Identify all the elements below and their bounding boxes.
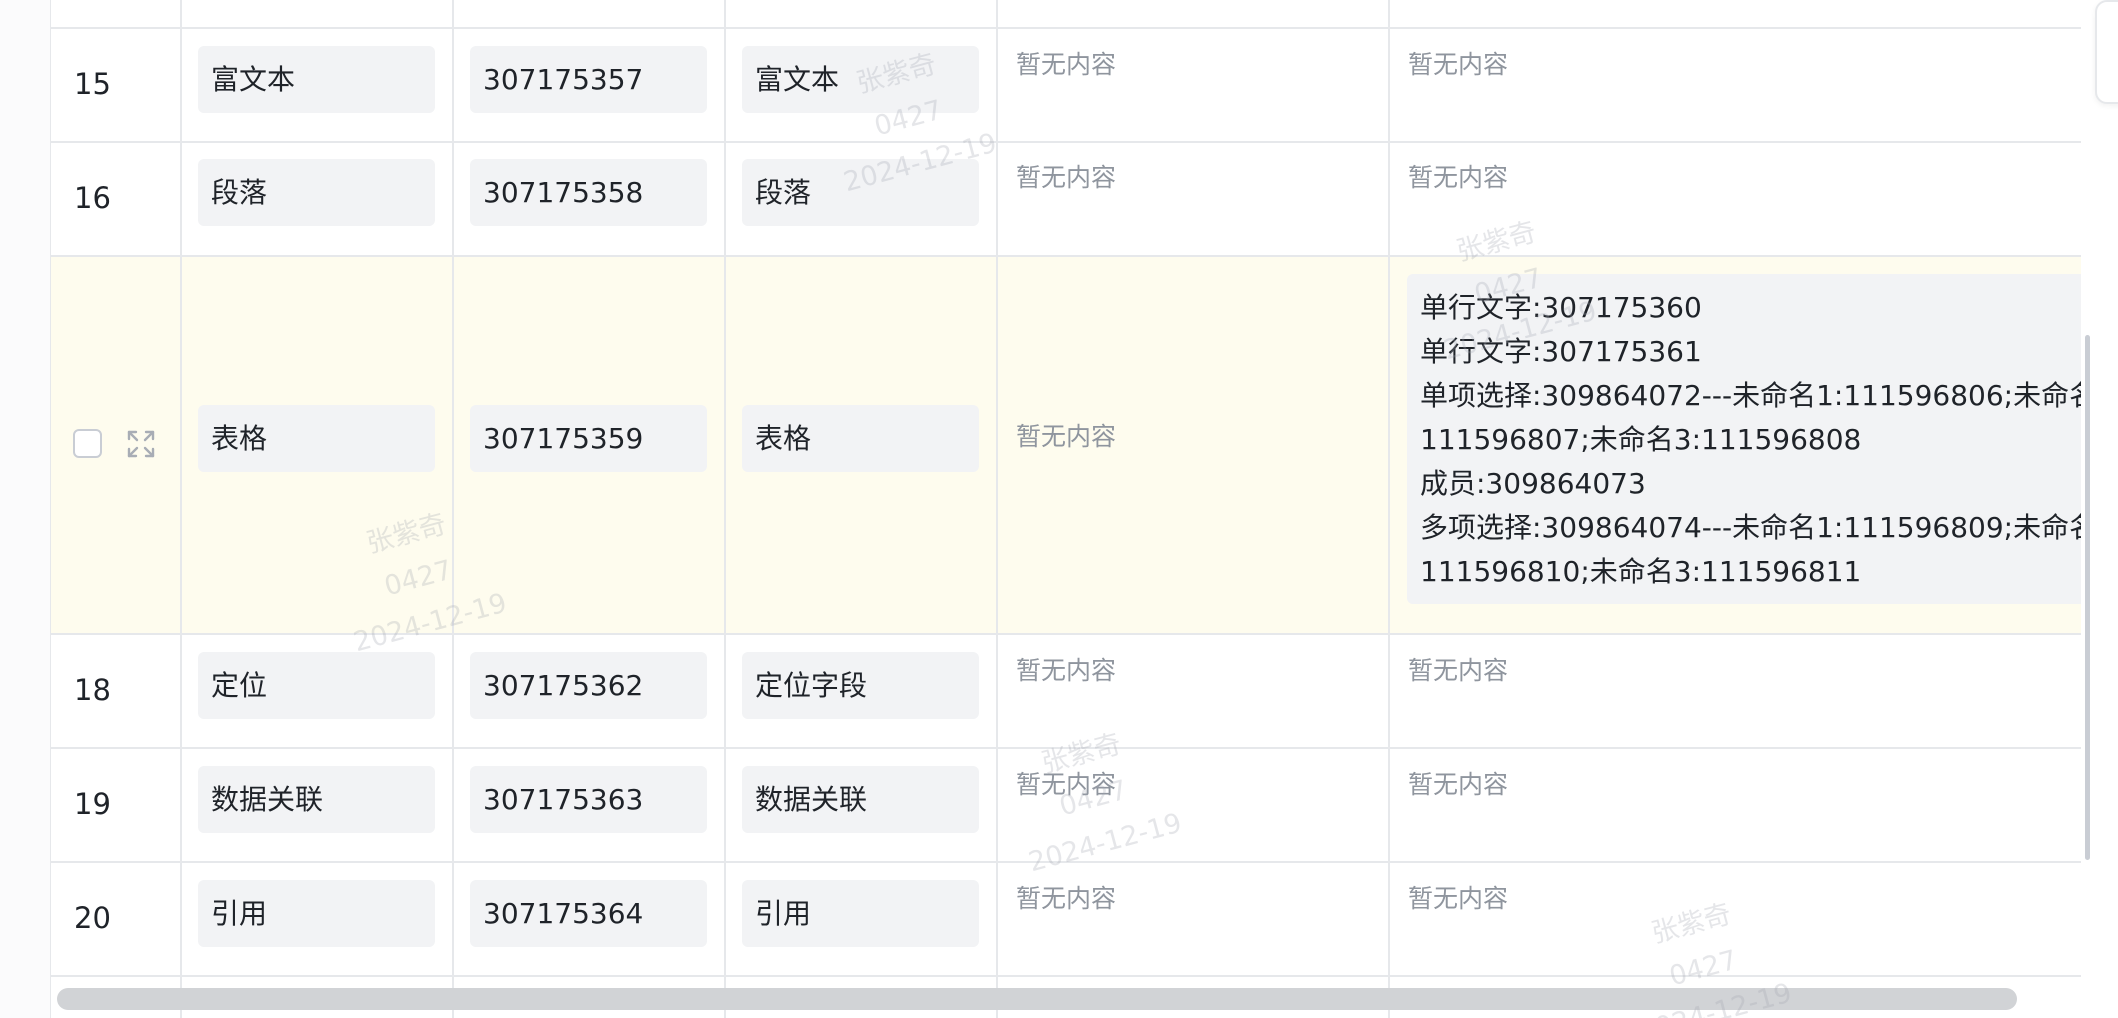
detail-line: 成员:309864073: [1420, 467, 1646, 500]
field-name-value: 段落: [742, 159, 979, 226]
row-number-cell: [51, 257, 182, 633]
field-type-cell[interactable]: 段落: [182, 143, 454, 255]
row-number-cell: 19: [51, 749, 182, 861]
table-row[interactable]: 18 定位 307175362 定位字段 暂无内容 暂无内容: [51, 635, 2081, 749]
field-type-value: 表格: [198, 405, 435, 472]
empty-placeholder: 暂无内容: [1408, 770, 1509, 799]
field-name-cell[interactable]: 表格: [726, 257, 998, 633]
field-id-value: 307175364: [470, 880, 707, 947]
subfield-cell[interactable]: 暂无内容: [1390, 29, 2081, 141]
field-id-value: 307175357: [470, 46, 707, 113]
table-row-partial: [51, 0, 2081, 29]
field-id-cell[interactable]: 307175357: [454, 29, 726, 141]
field-id-value: 307175359: [470, 405, 707, 472]
field-type-value: 定位: [198, 652, 435, 719]
field-id-cell[interactable]: 307175358: [454, 143, 726, 255]
row-number-cell: 15: [51, 29, 182, 141]
option-cell[interactable]: 暂无内容: [998, 29, 1390, 141]
table-view: 15 富文本 307175357 富文本 暂无内容 暂无内容 16 段落 307…: [0, 0, 2118, 1018]
field-id-cell[interactable]: 307175364: [454, 863, 726, 975]
field-name-value: 富文本: [742, 46, 979, 113]
horizontal-scrollbar[interactable]: [57, 988, 2017, 1010]
row-number-cell: 20: [51, 863, 182, 975]
field-name-cell[interactable]: 数据关联: [726, 749, 998, 861]
detail-line: 111596810;未命名3:111596811: [1420, 555, 1862, 588]
option-cell[interactable]: 暂无内容: [998, 143, 1390, 255]
empty-placeholder: 暂无内容: [1016, 884, 1117, 913]
field-type-cell[interactable]: 富文本: [182, 29, 454, 141]
empty-placeholder: 暂无内容: [1016, 50, 1117, 79]
subfield-cell[interactable]: 暂无内容: [1390, 863, 2081, 975]
row-number: 15: [74, 67, 111, 101]
field-type-cell[interactable]: 数据关联: [182, 749, 454, 861]
table-row[interactable]: 20 引用 307175364 引用 暂无内容 暂无内容: [51, 863, 2081, 977]
field-id-value: 307175358: [470, 159, 707, 226]
subfield-detail: 单行文字:307175360 单行文字:307175361 单项选择:30986…: [1407, 274, 2081, 604]
subfield-cell[interactable]: 暂无内容: [1390, 749, 2081, 861]
row-number: 20: [74, 901, 111, 935]
table-row[interactable]: 16 段落 307175358 段落 暂无内容 暂无内容: [51, 143, 2081, 257]
field-name-value: 定位字段: [742, 652, 979, 719]
empty-placeholder: 暂无内容: [1408, 884, 1509, 913]
option-cell[interactable]: 暂无内容: [998, 863, 1390, 975]
empty-placeholder: 暂无内容: [1016, 163, 1117, 192]
field-type-cell[interactable]: 引用: [182, 863, 454, 975]
empty-placeholder: 暂无内容: [1408, 163, 1509, 192]
subfield-cell[interactable]: 单行文字:307175360 单行文字:307175361 单项选择:30986…: [1390, 257, 2081, 633]
detail-line: 单行文字:307175360: [1420, 291, 1702, 324]
field-name-value: 数据关联: [742, 766, 979, 833]
table-row-hovered[interactable]: 表格 307175359 表格 暂无内容 单行文字:307175360 单行文字…: [51, 257, 2081, 635]
subfield-cell[interactable]: 暂无内容: [1390, 635, 2081, 747]
field-name-cell[interactable]: 定位字段: [726, 635, 998, 747]
table-row[interactable]: 19 数据关联 307175363 数据关联 暂无内容 暂无内容: [51, 749, 2081, 863]
empty-placeholder: 暂无内容: [1016, 656, 1117, 685]
row-number-cell: 16: [51, 143, 182, 255]
field-type-value: 富文本: [198, 46, 435, 113]
field-id-cell[interactable]: 307175363: [454, 749, 726, 861]
row-number: 19: [74, 787, 111, 821]
empty-placeholder: 暂无内容: [1408, 50, 1509, 79]
field-id-cell[interactable]: 307175362: [454, 635, 726, 747]
field-name-cell[interactable]: 段落: [726, 143, 998, 255]
left-gutter: [0, 0, 51, 1018]
row-number: 18: [74, 673, 111, 707]
row-number: 16: [74, 181, 111, 215]
field-name-value: 表格: [742, 405, 979, 472]
field-type-cell[interactable]: 表格: [182, 257, 454, 633]
row-select-checkbox[interactable]: [73, 429, 102, 458]
option-cell[interactable]: 暂无内容: [998, 635, 1390, 747]
subfield-cell[interactable]: 暂无内容: [1390, 143, 2081, 255]
detail-line: 单行文字:307175361: [1420, 335, 1702, 368]
data-table: 15 富文本 307175357 富文本 暂无内容 暂无内容 16 段落 307…: [51, 0, 2081, 1018]
field-type-value: 引用: [198, 880, 435, 947]
empty-placeholder: 暂无内容: [1016, 422, 1117, 451]
empty-placeholder: 暂无内容: [1016, 770, 1117, 799]
option-cell[interactable]: 暂无内容: [998, 257, 1390, 633]
field-type-cell[interactable]: 定位: [182, 635, 454, 747]
row-number-cell: 18: [51, 635, 182, 747]
field-name-cell[interactable]: 引用: [726, 863, 998, 975]
field-id-value: 307175363: [470, 766, 707, 833]
field-type-value: 数据关联: [198, 766, 435, 833]
detail-line: 单项选择:309864072---未命名1:111596806;未命名: [1420, 379, 2081, 412]
field-name-cell[interactable]: 富文本: [726, 29, 998, 141]
table-row[interactable]: 15 富文本 307175357 富文本 暂无内容 暂无内容: [51, 29, 2081, 143]
field-id-value: 307175362: [470, 652, 707, 719]
field-id-cell[interactable]: 307175359: [454, 257, 726, 633]
side-panel-edge[interactable]: [2095, 0, 2118, 104]
option-cell[interactable]: 暂无内容: [998, 749, 1390, 861]
vertical-scrollbar[interactable]: [2085, 335, 2090, 860]
detail-line: 111596807;未命名3:111596808: [1420, 423, 1862, 456]
empty-placeholder: 暂无内容: [1408, 656, 1509, 685]
expand-icon[interactable]: [126, 429, 156, 459]
field-name-value: 引用: [742, 880, 979, 947]
detail-line: 多项选择:309864074---未命名1:111596809;未命名: [1420, 511, 2081, 544]
field-type-value: 段落: [198, 159, 435, 226]
